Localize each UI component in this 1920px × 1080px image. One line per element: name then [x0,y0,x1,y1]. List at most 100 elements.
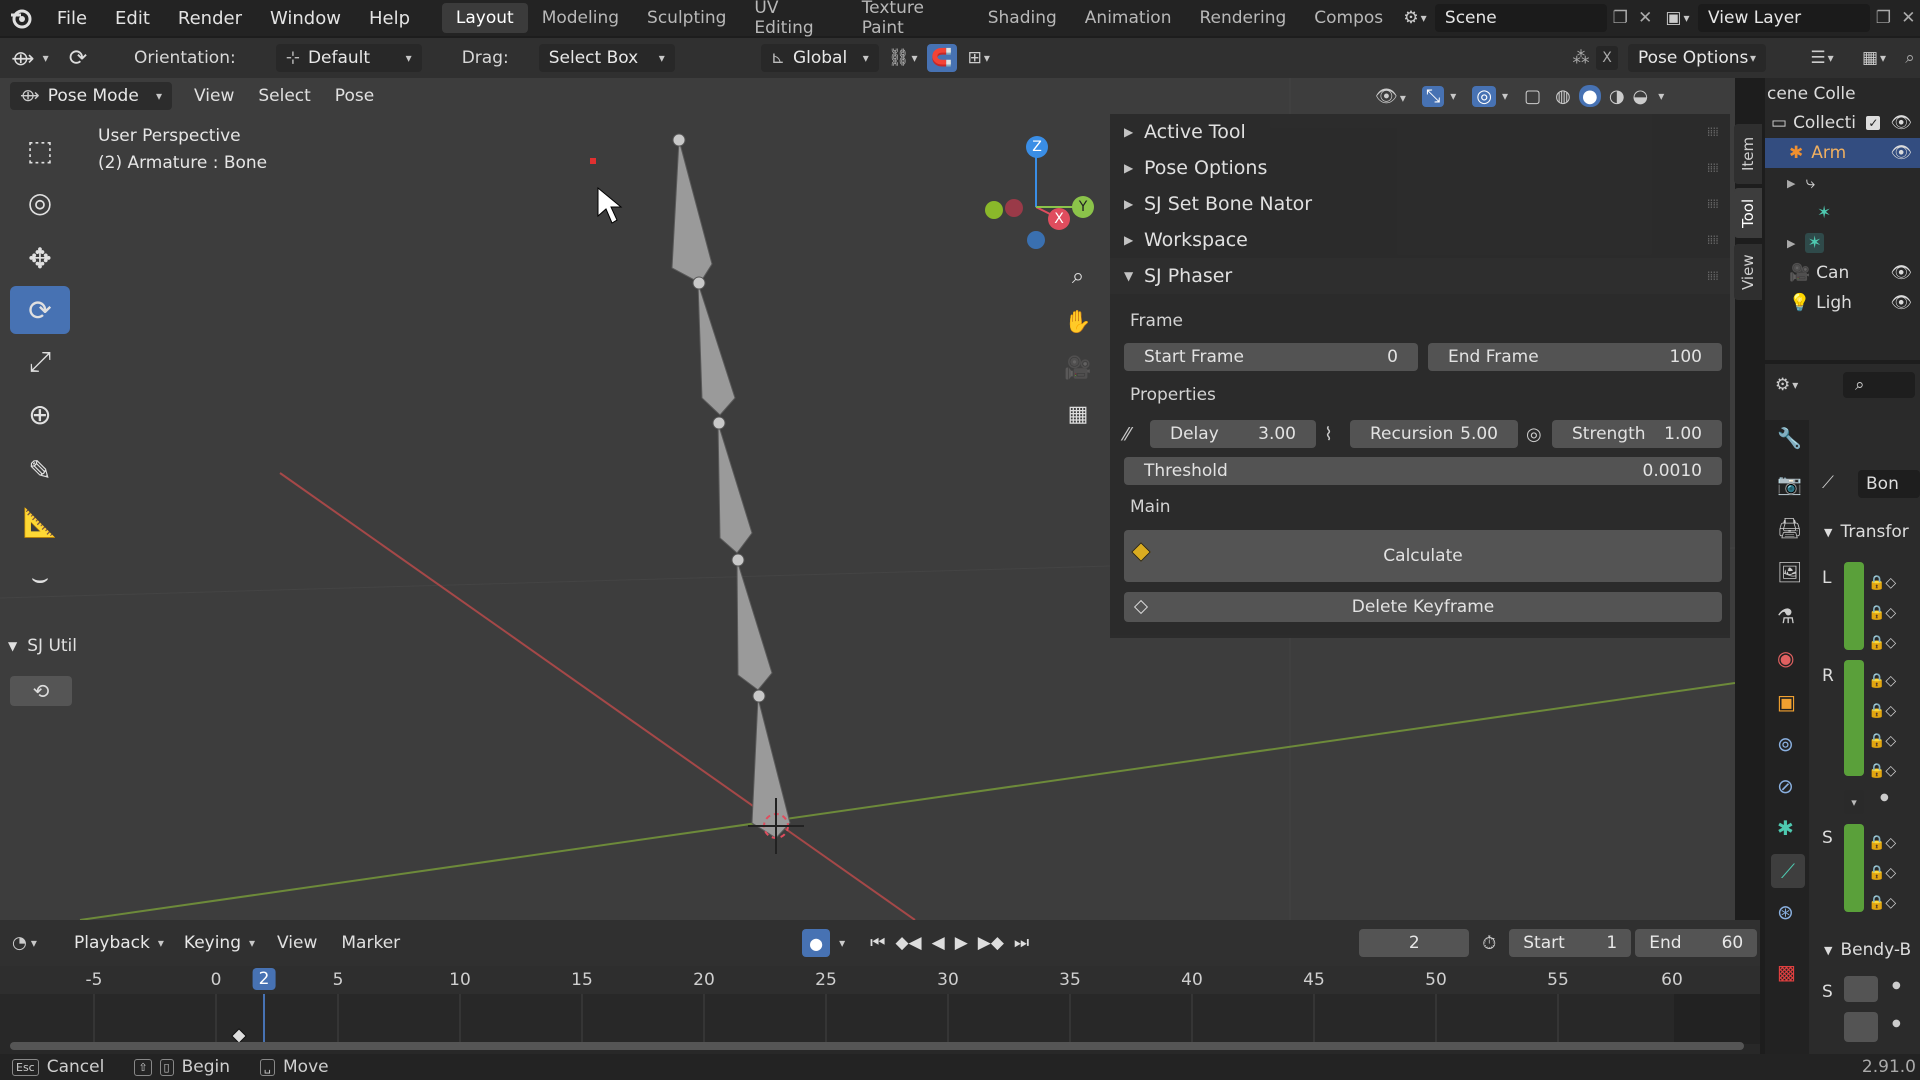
pan-hand-icon[interactable]: ✋ [1058,302,1098,342]
workspace-tab-layout[interactable]: Layout [441,3,528,33]
sj-util-refresh-icon[interactable]: ⟲ [10,676,72,706]
view-layer-field[interactable]: View Layer [1698,4,1870,32]
tool-mode-icon[interactable]: ⟴ ▾ [0,46,60,70]
outliner-row-armature[interactable]: ✱ Arm 👁 [1765,138,1920,168]
wireframe-shading-icon[interactable]: ◍ [1555,86,1571,107]
bone-size-tool-icon[interactable]: ⌣ [10,554,70,602]
pose-options-dropdown[interactable]: Pose Options ▾ [1628,44,1766,72]
x-mirror-toggle[interactable]: X [1596,46,1618,70]
scale-tool-icon[interactable]: ⤢ [10,338,70,386]
workspace-tab-texture-paint[interactable]: Texture Paint [848,0,974,38]
close-view-layer-icon[interactable]: ✕ [1897,8,1920,28]
armature-properties-icon[interactable]: ✱ [1777,816,1794,840]
gizmo-z-axis[interactable]: Z [1026,136,1048,158]
menu-window[interactable]: Window [256,0,355,36]
render-properties-icon[interactable]: 📷 [1777,472,1802,496]
drag-grip-icon[interactable]: ⁞⁞⁞⁞ [1707,161,1719,175]
keyframe-lock-icons[interactable]: 🔒◇ 🔒◇ 🔒◇ [1868,828,1896,918]
new-scene-icon[interactable]: ❐ [1607,8,1634,28]
solid-shading-icon[interactable]: ● [1578,85,1601,107]
drag-dropdown[interactable]: Select Box ▾ [538,44,675,72]
playback-menu[interactable]: Playback ▾ [64,929,174,957]
constraint-properties-icon[interactable]: ⊘ [1777,774,1794,798]
outliner-display-mode-icon[interactable]: ☰ ▾ [1796,48,1848,68]
play-reverse-icon[interactable]: ◀ [932,933,945,953]
eye-icon[interactable]: 👁 [1890,143,1912,163]
drag-grip-icon[interactable]: ⁞⁞⁞⁞ [1707,197,1719,211]
bone-constraint-properties-icon[interactable]: ⊛ [1777,900,1794,924]
start-frame-timeline-field[interactable]: Start 1 [1509,929,1632,957]
keying-set-dropdown-icon[interactable]: ▾ [830,936,854,950]
outliner-row-camera[interactable]: 🎥 Can 👁 [1765,258,1920,288]
pivot-point-icon[interactable]: ⛓ ▾ [879,48,927,68]
jump-to-prev-keyframe-icon[interactable]: ◆◀ [895,933,921,953]
output-properties-icon[interactable]: 🖨 [1777,516,1802,540]
shading-options-icon[interactable]: ▾ [1658,89,1664,103]
gizmo-x-axis[interactable]: X [1048,208,1070,230]
tab-item[interactable]: Item [1734,124,1762,184]
zoom-icon[interactable]: ⌕ [1058,256,1098,296]
move-tool-icon[interactable]: ✥ [10,234,70,282]
bone-5[interactable] [671,139,713,284]
eye-icon[interactable]: 👁 [1890,113,1912,133]
panel-sj-set-bone-nator[interactable]: ▶ SJ Set Bone Nator ⁞⁞⁞⁞ [1110,186,1730,222]
gizmo-y-axis[interactable]: Y [1072,196,1094,218]
timeline-area[interactable]: -5 0 2 5 10 15 20 25 30 35 40 45 50 55 6… [0,966,1760,1054]
keying-menu[interactable]: Keying ▾ [174,929,265,957]
expand-arrow-icon[interactable]: ▶ [1787,237,1795,250]
drag-grip-icon[interactable]: ⁞⁞⁞⁞ [1707,233,1719,247]
calculate-button[interactable]: Calculate [1124,530,1722,582]
rendered-shading-icon[interactable]: ◒ [1633,86,1649,107]
cursor-tool-icon[interactable]: ◎ [10,178,70,226]
rotate-tool-button-icon[interactable]: ⟳ [10,286,70,334]
strength-field[interactable]: Strength 1.00 [1552,420,1722,448]
outliner-row-collection[interactable]: ▭ Collecti ✓ 👁 [1765,108,1920,138]
recursion-field[interactable]: Recursion 5.00 [1350,420,1518,448]
perspective-toggle-icon[interactable]: ▦ [1058,394,1098,434]
workspace-tab-uv-editing[interactable]: UV Editing [740,0,847,38]
workspace-tab-compositing[interactable]: Compos [1300,3,1397,33]
timeline-marker-menu[interactable]: Marker [329,929,412,957]
blender-logo-icon[interactable] [0,0,43,36]
bendy-segments-field[interactable] [1844,976,1878,1002]
panel-active-tool[interactable]: ▶ Active Tool ⁞⁞⁞⁞ [1110,114,1730,150]
jump-to-next-keyframe-icon[interactable]: ▶◆ [978,933,1004,953]
camera-view-icon[interactable]: 🎥 [1058,348,1098,388]
outliner-row-light[interactable]: 💡 Ligh 👁 [1765,288,1920,318]
navigation-gizmo[interactable]: Z X Y [980,128,1100,258]
material-shading-icon[interactable]: ◑ [1609,86,1625,107]
bone-name-field[interactable]: Bon [1858,470,1920,498]
outliner-search-icon[interactable]: ⌕ [1900,48,1920,68]
transform-orientation-dropdown[interactable]: ⊾ Global ▾ [760,44,879,72]
auto-keying-toggle-icon[interactable]: ● [802,929,831,957]
eye-icon[interactable]: 👁 [1890,293,1912,313]
delay-field[interactable]: Delay 3.00 [1150,420,1316,448]
world-properties-icon[interactable]: ◉ [1777,646,1794,670]
rotation-fields[interactable] [1844,660,1864,776]
outliner-row-pose[interactable]: ▶ ⤷ [1765,168,1920,198]
collection-checkbox[interactable]: ✓ [1866,116,1881,130]
outliner-row-armature-data[interactable]: ✶ [1765,198,1920,228]
workspace-tab-rendering[interactable]: Rendering [1185,3,1300,33]
workspace-tab-shading[interactable]: Shading [974,3,1071,33]
texture-properties-icon[interactable]: ▩ [1777,960,1796,984]
visibility-icon[interactable]: 👁 ▾ [1375,86,1406,107]
select-box-icon[interactable]: ⬚ [10,126,70,174]
close-scene-icon[interactable]: ✕ [1634,8,1657,28]
new-view-layer-icon[interactable]: ❐ [1870,8,1897,28]
expand-arrow-icon[interactable]: ▶ [1787,177,1795,190]
scene-name-field[interactable]: Scene [1434,4,1607,32]
play-icon[interactable]: ▶ [955,933,968,953]
scene-browse-icon[interactable]: ⚙ ▾ [1397,8,1433,28]
measure-tool-icon[interactable]: 📐 [10,498,70,546]
menu-edit[interactable]: Edit [101,0,164,36]
end-frame-field[interactable]: End Frame 100 [1428,343,1722,371]
tab-tool[interactable]: Tool [1734,188,1762,238]
menu-file[interactable]: File [43,0,101,36]
preview-range-icon[interactable]: ⏱ [1469,933,1509,954]
gizmo-toggle-icon[interactable]: ⤡ [1421,85,1445,107]
bone-4[interactable] [697,282,736,416]
bone-3[interactable] [717,422,753,554]
sj-util-panel-header[interactable]: ▼ SJ Util [8,632,77,660]
properties-search-icon[interactable]: ⌕ [1843,372,1915,398]
